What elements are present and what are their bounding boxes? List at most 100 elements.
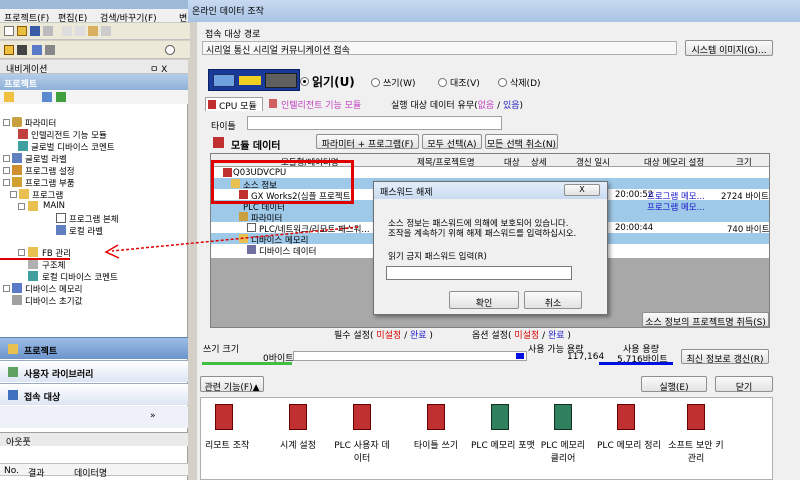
execute-button[interactable]: 실행(E) [641,376,707,392]
tree-toggle-icon[interactable] [3,179,10,186]
tree-item-device-memory[interactable]: 디바이스 메모리 [25,283,82,295]
fn-security-label: 소프트 보안 키 관리 [668,441,724,464]
param-row-icon [239,212,248,221]
menubar: 프로젝트(F) 편집(E) 검색/바꾸기(F) 변 [0,9,190,24]
tree-toggle-icon[interactable] [3,119,10,126]
tree-item-struct[interactable]: 구조체 [42,259,65,271]
system-image-button[interactable]: 시스템 이미지(G)... [685,40,773,56]
output-col-no[interactable]: No. [4,466,19,476]
refresh-latest-button[interactable]: 최신 정보로 갱신(R) [681,349,769,364]
tree-toggle-icon[interactable] [3,285,10,292]
window-icon[interactable] [32,45,42,55]
password-cancel-button[interactable]: 취소 [524,291,582,309]
exec-present: 있음 [502,101,520,111]
tree-new-icon[interactable] [4,92,14,102]
new-icon[interactable] [4,26,14,36]
tree-item-local-comment[interactable]: 로컬 디바이스 코멘트 [42,271,118,283]
mode-read[interactable]: 읽기(U) [300,73,355,90]
copy-icon[interactable] [75,26,85,36]
output-col-result[interactable]: 결과 [28,466,45,479]
connect-label: 접속 대상 경로 [205,30,261,40]
connection-tab-icon [8,390,18,400]
local-label-icon [56,225,66,235]
optional-label: 옵션 설정( [472,331,512,341]
tree-item-program-body[interactable]: 프로그램 본체 [69,213,119,225]
plc-user-data-icon [353,404,371,430]
fn-clock-setting[interactable]: 시계 설정 [279,402,317,462]
related-functions-button[interactable]: 관련 기능(F)▲ [200,376,264,392]
tab-intelligent-label: 인텔리전트 기능 모듈 [281,101,362,111]
chevron-right-icon[interactable]: » [150,411,156,421]
title-write-icon [427,404,445,430]
mode-write-label: 쓰기(W) [383,79,416,89]
fn-memory-clear[interactable]: PLC 메모리 클리어 [538,402,588,464]
tree-item-intelligent[interactable]: 인텔리전트 기능 모듈 [31,129,107,141]
tree-item-device-init[interactable]: 디바이스 초기값 [25,295,82,307]
annotation-arrow-line [111,226,359,252]
source-project-name-button[interactable]: 소스 정보의 프로젝트명 취득(S) [642,312,769,327]
title-input[interactable] [247,116,502,130]
tab-intelligent-module[interactable]: 인텔리전트 기능 모듈 [267,97,381,111]
tree-toggle-icon[interactable] [3,167,10,174]
tree-toggle-icon[interactable] [10,191,17,198]
dialog-title: 온라인 데이터 조작 [192,7,264,17]
tree-collapse-icon[interactable] [56,92,66,102]
save-icon[interactable] [30,26,40,36]
param-program-button[interactable]: 파라미터 + 프로그램(F) [316,134,419,149]
password-close-button[interactable]: X [564,184,600,196]
paste-icon[interactable] [88,26,98,36]
fn-memory-format[interactable]: PLC 메모리 포맷 [471,402,535,462]
fn-title-write[interactable]: 타이틀 쓰기 [413,402,459,462]
tree-item-program-parts[interactable]: 프로그램 부품 [25,177,75,189]
required-status: 필수 설정( 미설정 / 완료 ) [334,331,433,341]
tree-item-global-label[interactable]: 글로벌 라벨 [25,153,67,165]
device-init-icon [12,295,22,305]
arrow-icon [239,76,261,85]
tree-item-program-setting[interactable]: 프로그램 설정 [25,165,75,177]
tree-prop-icon[interactable] [42,92,52,102]
tree-toggle-icon[interactable] [18,203,25,210]
tab-cpu-module[interactable]: CPU 모듈 [205,97,263,112]
print-icon[interactable] [43,26,53,36]
mode-verify[interactable]: 대조(V) [438,76,480,89]
tree-item-program[interactable]: 프로그램 [32,189,63,201]
nav-overflow[interactable]: » [0,406,188,428]
struct-icon [28,259,38,269]
nav-tab-project[interactable]: 프로젝트 [0,337,188,359]
nav-section-header: 프로젝트 [0,74,188,90]
nav-tab-library[interactable]: 사용자 라이브러리 [0,360,188,382]
open-icon[interactable] [17,26,27,36]
fn-memory-arrange[interactable]: PLC 메모리 정리 [597,402,661,462]
ladder-program-icon [56,213,66,223]
help-icon[interactable] [165,45,175,55]
ladder-icon[interactable] [4,45,14,55]
close-button[interactable]: 닫기 [715,376,773,392]
list-icon[interactable] [17,45,27,55]
mode-image [208,69,300,91]
folder-icon [19,189,29,199]
tree-toggle-icon[interactable] [18,249,25,256]
undo-icon[interactable] [101,26,111,36]
tree-item-local-label[interactable]: 로컬 라벨 [69,225,103,237]
tree-item-main[interactable]: MAIN [43,201,65,211]
mode-write[interactable]: 쓰기(W) [371,76,415,89]
deselect-all-button[interactable]: 모든 선택 취소(N) [485,134,558,149]
tree-item-global-comment[interactable]: 글로벌 디바이스 코멘트 [31,141,115,153]
output-col-dataname[interactable]: 데이터명 [74,466,107,479]
tree-toggle-icon[interactable] [3,155,10,162]
output-title: 아웃풋 [6,438,31,448]
tree-item-parameter[interactable]: 파라미터 [25,117,56,129]
fn-soft-security-key[interactable]: 소프트 보안 키 관리 [663,402,729,464]
fn-remote-operation[interactable]: 리모트 조작 [205,402,249,462]
password-input[interactable] [386,266,572,280]
password-ok-button[interactable]: 확인 [449,291,519,309]
nav-tab-connection[interactable]: 접속 대상 [0,383,188,405]
annotation-arrow [104,226,359,259]
select-all-button[interactable]: 모두 선택(A) [422,134,482,149]
required-unset: 미설정 [376,331,402,341]
function-panel: 리모트 조작 시계 설정 PLC 사용자 데이터 타이틀 쓰기 PLC 메모리 … [200,397,773,480]
fn-plc-user-data[interactable]: PLC 사용자 데이터 [334,402,390,464]
monitor-icon[interactable] [45,45,55,55]
cut-icon[interactable] [62,26,72,36]
mode-delete[interactable]: 삭제(D) [498,76,541,89]
